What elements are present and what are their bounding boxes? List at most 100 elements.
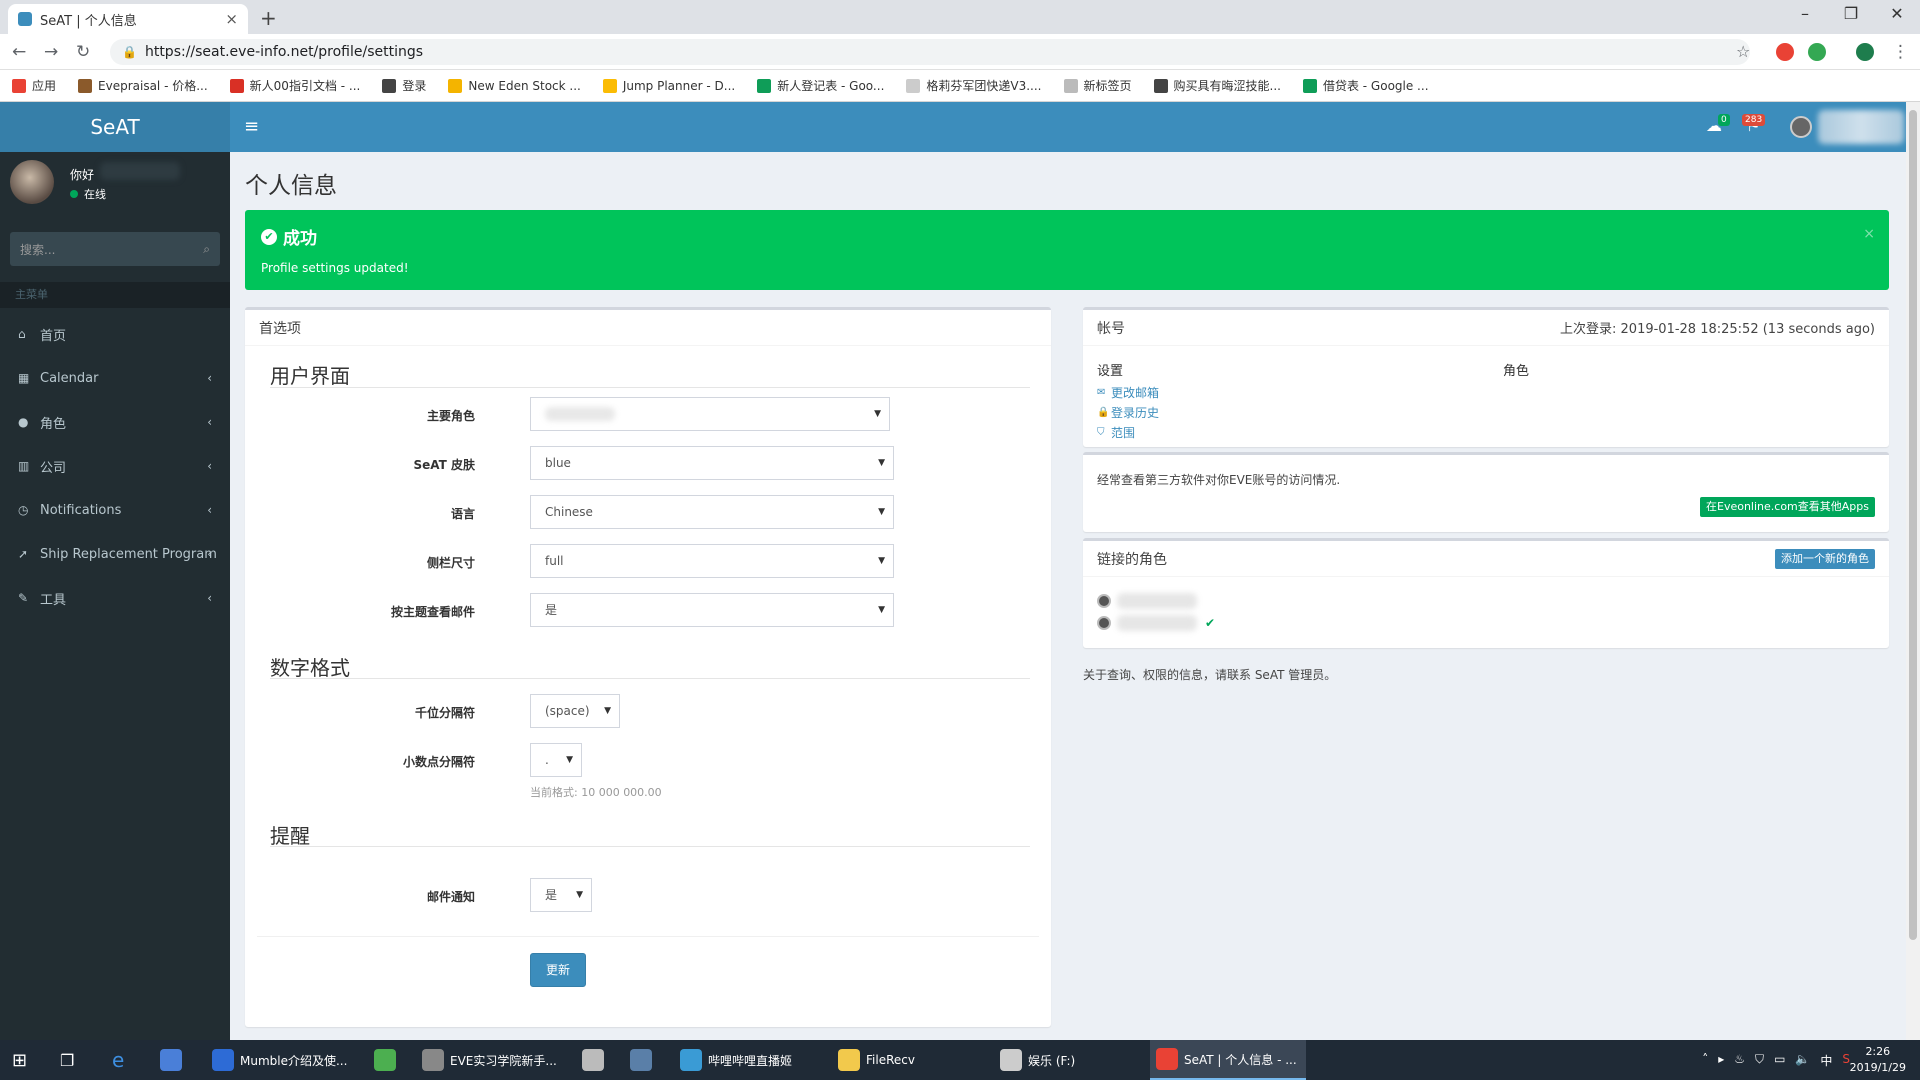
header-avatar[interactable]	[1790, 116, 1812, 138]
sidebar-item-label: Calendar	[40, 370, 99, 386]
taskbar-app[interactable]	[368, 1040, 408, 1080]
taskbar-app[interactable]: Mumble介绍及使...	[206, 1040, 356, 1080]
new-tab-button[interactable]: +	[260, 6, 277, 30]
volume-icon[interactable]: 🔈	[1795, 1052, 1810, 1069]
sidebar-item-home[interactable]: ⌂ 首页	[0, 312, 230, 356]
sidebar-header: 主菜单	[0, 282, 230, 308]
sidebar-item-building[interactable]: ▥ 公司 ‹	[0, 444, 230, 488]
bookmark-item[interactable]: 新人00指引文档 - ...	[229, 77, 360, 94]
thousand-separator-select[interactable]: (space) ▼	[530, 694, 620, 728]
taskbar-app[interactable]	[576, 1040, 616, 1080]
mail-threads-label: 按主题查看邮件	[390, 605, 475, 619]
alert-close-icon[interactable]: ×	[1863, 226, 1875, 242]
bookmark-favicon-icon	[1063, 78, 1078, 93]
profile-icon[interactable]	[1856, 43, 1874, 61]
sidebar-toggle-icon[interactable]: ≡	[244, 116, 259, 137]
system-clock[interactable]: 2:26 2019/1/29	[1850, 1044, 1906, 1076]
redacted-username	[1818, 110, 1904, 144]
update-button[interactable]: 更新	[530, 953, 586, 987]
tray-expand-icon[interactable]: ˄	[1702, 1052, 1708, 1069]
ime-indicator[interactable]: 中	[1820, 1052, 1832, 1069]
sidebar-item-calendar[interactable]: ▦ Calendar ‹	[0, 356, 230, 400]
character-row[interactable]: ✔	[1097, 615, 1215, 631]
forward-icon[interactable]: →	[44, 42, 58, 62]
admin-contact-note: 关于查询、权限的信息，请联系 SeAT 管理员。	[1083, 668, 1337, 682]
bookmark-favicon-icon	[448, 78, 463, 93]
bookmark-item[interactable]: 购买具有晦涩技能...	[1153, 77, 1281, 94]
user-panel: 你好 在线	[0, 152, 230, 216]
address-bar[interactable]: 🔒 https://seat.eve-info.net/profile/sett…	[110, 39, 1750, 65]
bookmark-item[interactable]: New Eden Stock ...	[448, 78, 581, 93]
taskbar-app[interactable]	[624, 1040, 664, 1080]
sidebar-size-select[interactable]: full ▼	[530, 544, 894, 578]
bookmark-item[interactable]: 格莉芬军团快递V3....	[906, 77, 1042, 94]
bookmark-item[interactable]: Evepraisal - 价格...	[78, 77, 208, 94]
app-icon[interactable]	[160, 1040, 188, 1080]
view-apps-button[interactable]: 在Eveonline.com查看其他Apps	[1700, 497, 1875, 517]
window-close-button[interactable]: ✕	[1882, 4, 1912, 23]
decimal-separator-select[interactable]: . ▼	[530, 743, 582, 777]
login-history-link[interactable]: 🔒 登录历史	[1097, 404, 1159, 421]
sidebar-item-wrench[interactable]: ✎ 工具 ‹	[0, 576, 230, 620]
sidebar-item-rocket[interactable]: ➚ Ship Replacement Program ‹	[0, 532, 230, 576]
roles-column-title: 角色	[1503, 364, 1530, 379]
scrollbar-thumb[interactable]	[1909, 110, 1917, 940]
menu-kebab-icon[interactable]: ⋮	[1892, 42, 1909, 62]
extension-icon[interactable]	[1776, 43, 1794, 61]
sidebar-item-user[interactable]: ● 角色 ‹	[0, 400, 230, 444]
bookmark-item[interactable]: 应用	[12, 77, 56, 94]
taskbar-app[interactable]: SeAT | 个人信息 - ...	[1150, 1040, 1306, 1080]
linked-title: 链接的角色	[1097, 552, 1167, 568]
reminder-section-title: 提醒	[270, 824, 310, 848]
change-email-link[interactable]: ✉ 更改邮箱	[1097, 384, 1159, 401]
bookmark-item[interactable]: 登录	[382, 77, 426, 94]
network-icon[interactable]: ▭	[1774, 1052, 1785, 1069]
bookmark-star-icon[interactable]: ☆	[1736, 42, 1750, 61]
skin-select[interactable]: blue ▼	[530, 446, 894, 480]
mail-threads-select[interactable]: 是 ▼	[530, 593, 894, 627]
main-character-select[interactable]: ▼	[530, 397, 890, 431]
taskbar-app[interactable]: EVE实习学院新手...	[416, 1040, 566, 1080]
scopes-label: 范围	[1111, 426, 1136, 440]
tray-app-icon[interactable]: ♨	[1734, 1052, 1745, 1069]
sidebar-search-input[interactable]: 搜索... ⌕	[10, 232, 220, 266]
bookmark-item[interactable]: Jump Planner - D...	[602, 78, 735, 93]
section-divider	[270, 678, 1030, 679]
reload-icon[interactable]: ↻	[76, 42, 90, 62]
language-select[interactable]: Chinese ▼	[530, 495, 894, 529]
windows-start-icon[interactable]: ⊞	[12, 1040, 27, 1080]
browser-tab[interactable]: SeAT | 个人信息 ×	[8, 4, 248, 34]
main-header: SeAT ≡ ☁ 0 ⚑ 283	[0, 102, 1906, 152]
extension-icon[interactable]	[1808, 43, 1826, 61]
search-icon[interactable]: ⌕	[203, 242, 210, 257]
task-view-icon[interactable]: ❐	[60, 1040, 74, 1080]
character-row[interactable]	[1097, 593, 1197, 609]
sidebar-item-bell[interactable]: ◷ Notifications ‹	[0, 488, 230, 532]
bookmark-item[interactable]: 借贷表 - Google ...	[1302, 77, 1429, 94]
bookmark-item[interactable]: 新标签页	[1063, 77, 1132, 94]
wrench-icon: ✎	[18, 591, 29, 605]
edge-browser-icon[interactable]: e	[112, 1040, 124, 1080]
window-restore-button[interactable]: ❐	[1836, 4, 1866, 23]
bookmark-favicon-icon	[1153, 78, 1168, 93]
page-scrollbar[interactable]	[1906, 102, 1920, 1040]
add-character-button[interactable]: 添加一个新的角色	[1775, 549, 1875, 569]
tab-close-icon[interactable]: ×	[225, 10, 238, 28]
tray-shield-icon[interactable]: ⛉	[1755, 1052, 1764, 1069]
scopes-link[interactable]: ⛉ 范围	[1097, 424, 1159, 441]
home-icon: ⌂	[18, 327, 26, 341]
user-greeting: 你好	[70, 168, 95, 182]
bookmark-item[interactable]: 新人登记表 - Goo...	[757, 77, 884, 94]
taskbar-app[interactable]: 娱乐 (F:)	[994, 1040, 1144, 1080]
back-icon[interactable]: ←	[12, 42, 26, 62]
number-section-title: 数字格式	[270, 656, 350, 680]
mail-notify-select[interactable]: 是 ▼	[530, 878, 592, 912]
taskbar-app[interactable]: FileRecv	[832, 1040, 982, 1080]
seat-logo[interactable]: SeAT	[0, 102, 230, 152]
user-icon: ●	[18, 415, 29, 429]
taskbar-app[interactable]: 哔哩哔哩直播姬	[674, 1040, 824, 1080]
tray-app-icon[interactable]: ▸	[1718, 1052, 1724, 1069]
window-minimize-button[interactable]: –	[1790, 4, 1820, 23]
content-area: 个人信息 ✔ 成功 Profile settings updated! × 首选…	[230, 152, 1906, 1040]
thousand-separator-value: (space)	[545, 704, 590, 718]
